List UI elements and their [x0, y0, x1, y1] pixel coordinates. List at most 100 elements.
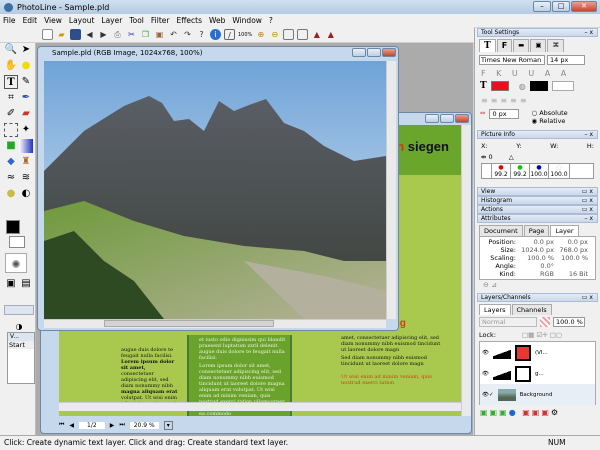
- back-icon[interactable]: ◀: [84, 29, 95, 40]
- fill-tool-icon[interactable]: ■: [4, 139, 18, 153]
- tab-channels[interactable]: Channels: [511, 304, 552, 315]
- mountain-icon[interactable]: ▲: [311, 29, 322, 40]
- histogram-panel-header[interactable]: Histogram ▭x: [477, 196, 598, 205]
- mask-mode-icon[interactable]: ▣: [4, 277, 18, 291]
- back-horizontal-scrollbar[interactable]: [59, 402, 461, 411]
- path-tool-icon[interactable]: ✎: [19, 75, 33, 89]
- line-style-select[interactable]: [551, 81, 574, 91]
- zoom-100-button[interactable]: 100%: [238, 32, 252, 38]
- image-tab-icon[interactable]: ▣: [530, 39, 547, 52]
- doc-close-button[interactable]: [382, 48, 396, 57]
- bucket-tool-icon[interactable]: ◆: [4, 155, 18, 169]
- bit-depth-value[interactable]: 16 Bit: [554, 270, 588, 278]
- zoom-tool-icon[interactable]: 🔍: [4, 43, 18, 57]
- magic-wand-icon[interactable]: ✦: [19, 123, 33, 137]
- save-icon[interactable]: [70, 29, 81, 40]
- close-button[interactable]: ✕: [571, 1, 597, 12]
- format-tab-icon[interactable]: F: [496, 39, 513, 52]
- gradient-tool-icon[interactable]: [19, 139, 33, 153]
- open-icon[interactable]: ▰: [56, 29, 67, 40]
- doc-minimize-button[interactable]: [352, 48, 366, 57]
- text-tab-icon[interactable]: T: [479, 39, 496, 52]
- minimize-button[interactable]: –: [533, 1, 551, 12]
- burn-tool-icon[interactable]: ◐: [19, 187, 33, 201]
- view-panel-header[interactable]: View ▭x: [477, 187, 598, 196]
- opacity-field[interactable]: 100.0 %: [553, 317, 585, 327]
- lock-options[interactable]: □▦ ☑✛ □▢: [522, 331, 562, 339]
- maximize-button[interactable]: □: [552, 1, 570, 12]
- first-page-icon[interactable]: ⏮: [59, 421, 64, 429]
- zoom-dropdown-icon[interactable]: ▾: [163, 420, 173, 430]
- eraser-tool-icon[interactable]: ▰: [19, 107, 33, 121]
- layer-row[interactable]: 👁✓ Background: [480, 384, 595, 405]
- menu-filter[interactable]: Filter: [151, 16, 170, 25]
- menu-file[interactable]: File: [3, 16, 16, 25]
- new-icon[interactable]: [42, 29, 53, 40]
- text-tool-icon[interactable]: T: [4, 75, 18, 89]
- menu-effects[interactable]: Effects: [176, 16, 202, 25]
- layers-actions[interactable]: ▣▣▣● ▣▣▣⚙: [475, 405, 600, 420]
- paste-icon[interactable]: ▣: [154, 29, 165, 40]
- prev-page-icon[interactable]: ◀: [69, 422, 74, 429]
- attributes-actions[interactable]: ⊖ ⊿: [475, 280, 600, 290]
- actions-panel-header[interactable]: Actions ▭x: [477, 205, 598, 214]
- selection-tool-icon[interactable]: [4, 123, 18, 137]
- page-field[interactable]: 1/2: [79, 421, 105, 429]
- doc-close-button[interactable]: [455, 114, 469, 123]
- dodge-tool-icon[interactable]: ●: [4, 187, 18, 201]
- doc-minimize-button[interactable]: [425, 114, 439, 123]
- tab-layers[interactable]: Layers: [479, 304, 511, 315]
- radio-absolute[interactable]: ○ Absolute: [531, 109, 567, 117]
- undo-icon[interactable]: ↶: [168, 29, 179, 40]
- menu-edit[interactable]: Edit: [23, 16, 38, 25]
- blend-mode-select[interactable]: Normal: [479, 317, 537, 327]
- arrow-tool-icon[interactable]: ➤: [19, 43, 33, 57]
- zoom-in-icon[interactable]: ⊕: [255, 29, 266, 40]
- smudge-tool-icon[interactable]: ≈: [4, 171, 18, 185]
- paragraph-tab-icon[interactable]: ▬: [513, 39, 530, 52]
- mountain-icon-2[interactable]: ▲: [325, 29, 336, 40]
- info-icon[interactable]: i: [210, 29, 221, 40]
- menu-window[interactable]: Window: [232, 16, 262, 25]
- doc-maximize-button[interactable]: [440, 114, 454, 123]
- background-color-swatch[interactable]: [9, 236, 25, 248]
- kind-value[interactable]: RGB: [516, 270, 554, 278]
- menu-view[interactable]: View: [44, 16, 62, 25]
- mask-mode-icon-2[interactable]: ▤: [19, 277, 33, 291]
- help-icon[interactable]: ?: [196, 29, 207, 40]
- menu-help[interactable]: ?: [269, 16, 273, 25]
- ellipse-tool-icon[interactable]: ●: [19, 59, 33, 73]
- stamp-tool-icon[interactable]: ♜: [19, 155, 33, 169]
- last-page-icon[interactable]: ⏭: [119, 421, 124, 429]
- brush-tool-icon[interactable]: ✐: [4, 107, 18, 121]
- menu-web[interactable]: Web: [209, 16, 225, 25]
- zoom-field[interactable]: 20.9 %: [129, 421, 159, 429]
- cut-icon[interactable]: ✂: [126, 29, 137, 40]
- fit-width-icon[interactable]: [297, 29, 309, 40]
- hand-tool-icon[interactable]: ✋: [4, 59, 18, 73]
- layer-row[interactable]: 👁 (VI...: [480, 342, 595, 363]
- forward-icon[interactable]: ▶: [98, 29, 109, 40]
- blur-tool-icon[interactable]: ≋: [19, 171, 33, 185]
- foreground-color-swatch[interactable]: [6, 220, 20, 234]
- next-page-icon[interactable]: ▶: [110, 422, 115, 429]
- menu-tool[interactable]: Tool: [129, 16, 144, 25]
- tab-document[interactable]: Document: [479, 225, 523, 236]
- font-size-select[interactable]: 14 px: [547, 55, 585, 65]
- spacing-field[interactable]: 0 px: [489, 109, 520, 119]
- brightness-icon[interactable]: ◑: [4, 321, 34, 332]
- history-item[interactable]: Start: [8, 341, 34, 349]
- front-horizontal-scrollbar[interactable]: [44, 319, 386, 328]
- radio-relative[interactable]: ◉ Relative: [531, 117, 567, 125]
- print-icon[interactable]: ⎙: [112, 29, 123, 40]
- alignment-buttons[interactable]: ≡≡≡≡≡: [475, 93, 600, 108]
- redo-icon[interactable]: ↷: [182, 29, 193, 40]
- path-tab-icon[interactable]: ⌘: [547, 39, 564, 52]
- crop-tool-icon[interactable]: ⌗: [4, 91, 18, 105]
- font-select[interactable]: Times New Roman: [479, 55, 545, 65]
- tab-page[interactable]: Page: [523, 225, 550, 236]
- menu-layer[interactable]: Layer: [101, 16, 122, 25]
- doc-maximize-button[interactable]: [367, 48, 381, 57]
- back-vertical-scrollbar[interactable]: [461, 125, 471, 416]
- tab-layer[interactable]: Layer: [550, 225, 579, 236]
